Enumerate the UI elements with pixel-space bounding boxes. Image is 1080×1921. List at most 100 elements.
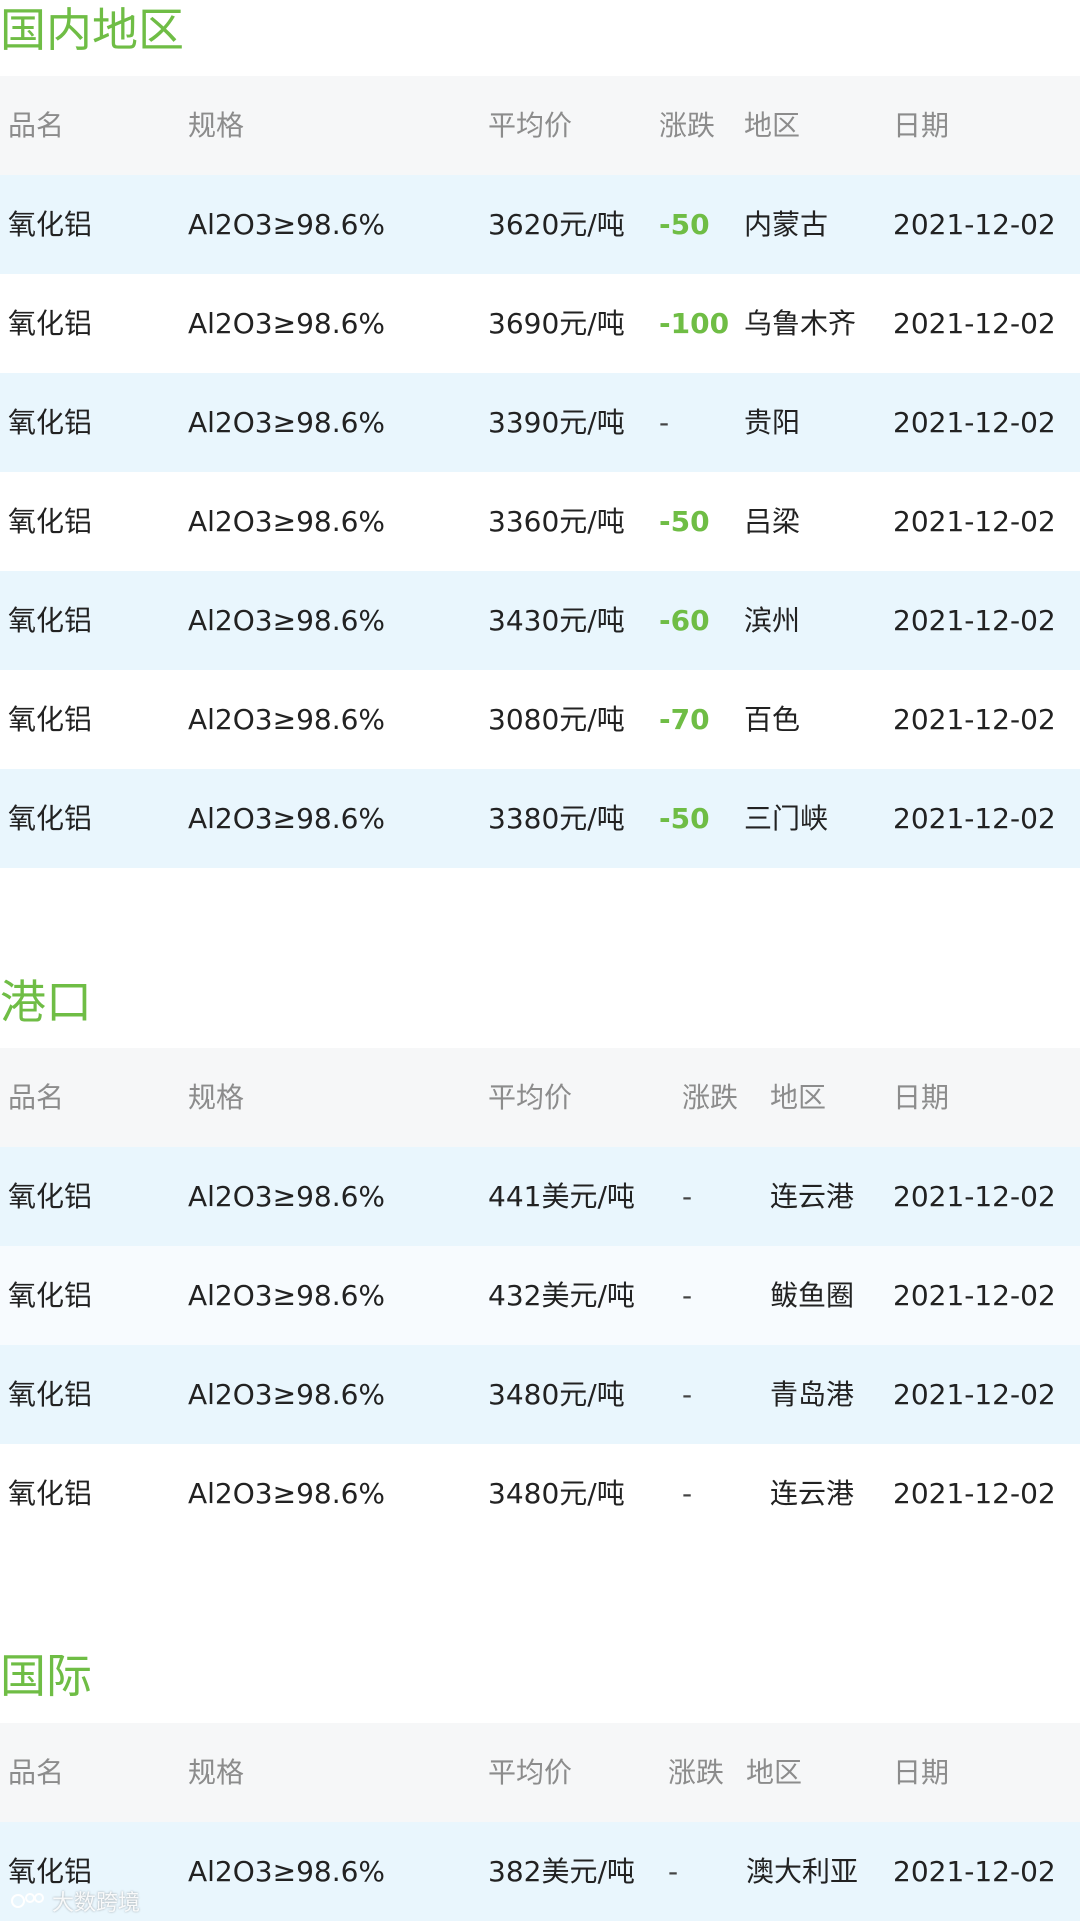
cell-change: - bbox=[682, 1279, 693, 1312]
cell-region: 鲅鱼圈 bbox=[770, 1279, 855, 1312]
cell-spec: Al2O3≥98.6% bbox=[188, 1477, 386, 1510]
cell-price: 3620元/吨 bbox=[488, 208, 625, 241]
watermark-text: 大数跨境 bbox=[52, 1891, 141, 1916]
cell-date: 2021-12-02 bbox=[893, 802, 1056, 835]
cell-change: - bbox=[682, 1477, 693, 1510]
cell-spec: Al2O3≥98.6% bbox=[188, 1378, 386, 1411]
table-row[interactable]: 氧化铝 Al2O3≥98.6% 3480元/吨 - 连云港 2021-12-02 bbox=[0, 1444, 1080, 1543]
price-table-port: 品名 规格 平均价 涨跌 地区 日期 氧化铝 Al2O3≥98.6% 441美元… bbox=[0, 1048, 1080, 1543]
cell-date: 2021-12-02 bbox=[893, 1180, 1056, 1213]
cell-spec: Al2O3≥98.6% bbox=[188, 703, 386, 736]
cell-region: 乌鲁木齐 bbox=[744, 307, 857, 340]
header-change: 涨跌 bbox=[682, 1081, 739, 1114]
header-change: 涨跌 bbox=[659, 109, 716, 142]
cell-spec: Al2O3≥98.6% bbox=[188, 802, 386, 835]
cell-change: - bbox=[659, 406, 670, 439]
cell-region: 内蒙古 bbox=[744, 208, 829, 241]
cell-price: 3480元/吨 bbox=[488, 1378, 625, 1411]
cell-price: 432美元/吨 bbox=[488, 1279, 635, 1312]
cell-name: 氧化铝 bbox=[8, 208, 93, 241]
cell-name: 氧化铝 bbox=[8, 406, 93, 439]
table-header: 品名 规格 平均价 涨跌 地区 日期 bbox=[0, 76, 1080, 175]
cell-name: 氧化铝 bbox=[8, 604, 93, 637]
cell-price: 382美元/吨 bbox=[488, 1855, 635, 1888]
cell-date: 2021-12-02 bbox=[893, 604, 1056, 637]
header-price: 平均价 bbox=[488, 109, 573, 142]
cell-spec: Al2O3≥98.6% bbox=[188, 604, 386, 637]
cell-change: -100 bbox=[659, 307, 730, 340]
cell-change: - bbox=[682, 1180, 693, 1213]
cell-region: 吕梁 bbox=[744, 505, 801, 538]
cell-date: 2021-12-02 bbox=[893, 505, 1056, 538]
table-row[interactable]: 氧化铝 Al2O3≥98.6% 3080元/吨 -70 百色 2021-12-0… bbox=[0, 670, 1080, 769]
watermark: 大数跨境 bbox=[10, 1886, 140, 1916]
header-date: 日期 bbox=[893, 1081, 950, 1114]
cell-price: 3430元/吨 bbox=[488, 604, 625, 637]
header-date: 日期 bbox=[893, 109, 950, 142]
header-region: 地区 bbox=[746, 1756, 803, 1789]
cell-name: 氧化铝 bbox=[8, 307, 93, 340]
table-row[interactable]: 氧化铝 Al2O3≥98.6% 3620元/吨 -50 内蒙古 2021-12-… bbox=[0, 175, 1080, 274]
cell-price: 3080元/吨 bbox=[488, 703, 625, 736]
cell-price: 3690元/吨 bbox=[488, 307, 625, 340]
header-change: 涨跌 bbox=[668, 1756, 725, 1789]
table-row[interactable]: 氧化铝 Al2O3≥98.6% 3690元/吨 -100 乌鲁木齐 2021-1… bbox=[0, 274, 1080, 373]
header-name: 品名 bbox=[8, 1081, 65, 1114]
section-title-domestic: 国内地区 bbox=[0, 3, 184, 57]
table-row[interactable]: 氧化铝 Al2O3≥98.6% 3360元/吨 -50 吕梁 2021-12-0… bbox=[0, 472, 1080, 571]
cell-region: 连云港 bbox=[770, 1180, 855, 1213]
cell-date: 2021-12-02 bbox=[893, 307, 1056, 340]
cell-name: 氧化铝 bbox=[8, 1180, 93, 1213]
header-date: 日期 bbox=[893, 1756, 950, 1789]
header-name: 品名 bbox=[8, 109, 65, 142]
watermark-logo-icon bbox=[10, 1889, 46, 1913]
cell-change: -50 bbox=[659, 802, 710, 835]
cell-change: - bbox=[682, 1378, 693, 1411]
header-spec: 规格 bbox=[188, 109, 245, 142]
cell-date: 2021-12-02 bbox=[893, 1378, 1056, 1411]
cell-change: - bbox=[668, 1855, 679, 1888]
cell-date: 2021-12-02 bbox=[893, 1855, 1056, 1888]
cell-name: 氧化铝 bbox=[8, 1477, 93, 1510]
header-spec: 规格 bbox=[188, 1081, 245, 1114]
table-header: 品名 规格 平均价 涨跌 地区 日期 bbox=[0, 1048, 1080, 1147]
cell-spec: Al2O3≥98.6% bbox=[188, 1180, 386, 1213]
cell-change: -50 bbox=[659, 208, 710, 241]
cell-spec: Al2O3≥98.6% bbox=[188, 505, 386, 538]
cell-date: 2021-12-02 bbox=[893, 208, 1056, 241]
cell-change: -50 bbox=[659, 505, 710, 538]
cell-change: -70 bbox=[659, 703, 710, 736]
table-row[interactable]: 氧化铝 Al2O3≥98.6% 432美元/吨 - 鲅鱼圈 2021-12-02 bbox=[0, 1246, 1080, 1345]
cell-spec: Al2O3≥98.6% bbox=[188, 406, 386, 439]
cell-spec: Al2O3≥98.6% bbox=[188, 1855, 386, 1888]
header-price: 平均价 bbox=[488, 1081, 573, 1114]
cell-price: 3360元/吨 bbox=[488, 505, 625, 538]
price-table-domestic: 品名 规格 平均价 涨跌 地区 日期 氧化铝 Al2O3≥98.6% 3620元… bbox=[0, 76, 1080, 868]
table-row[interactable]: 氧化铝 Al2O3≥98.6% 3380元/吨 -50 三门峡 2021-12-… bbox=[0, 769, 1080, 868]
cell-date: 2021-12-02 bbox=[893, 703, 1056, 736]
cell-name: 氧化铝 bbox=[8, 703, 93, 736]
header-price: 平均价 bbox=[488, 1756, 573, 1789]
cell-name: 氧化铝 bbox=[8, 505, 93, 538]
cell-region: 青岛港 bbox=[770, 1378, 855, 1411]
price-table-international: 品名 规格 平均价 涨跌 地区 日期 氧化铝 Al2O3≥98.6% 382美元… bbox=[0, 1723, 1080, 1921]
header-region: 地区 bbox=[744, 109, 801, 142]
cell-spec: Al2O3≥98.6% bbox=[188, 1279, 386, 1312]
section-title-port: 港口 bbox=[0, 975, 92, 1029]
cell-region: 三门峡 bbox=[744, 802, 829, 835]
cell-name: 氧化铝 bbox=[8, 1279, 93, 1312]
table-row[interactable]: 氧化铝 Al2O3≥98.6% 3390元/吨 - 贵阳 2021-12-02 bbox=[0, 373, 1080, 472]
table-row[interactable]: 氧化铝 Al2O3≥98.6% 441美元/吨 - 连云港 2021-12-02 bbox=[0, 1147, 1080, 1246]
header-region: 地区 bbox=[770, 1081, 827, 1114]
table-row[interactable]: 氧化铝 Al2O3≥98.6% 3430元/吨 -60 滨州 2021-12-0… bbox=[0, 571, 1080, 670]
table-header: 品名 规格 平均价 涨跌 地区 日期 bbox=[0, 1723, 1080, 1822]
cell-region: 滨州 bbox=[744, 604, 801, 637]
cell-region: 百色 bbox=[744, 703, 801, 736]
cell-name: 氧化铝 bbox=[8, 802, 93, 835]
table-row[interactable]: 氧化铝 Al2O3≥98.6% 382美元/吨 - 澳大利亚 2021-12-0… bbox=[0, 1822, 1080, 1921]
header-name: 品名 bbox=[8, 1756, 65, 1789]
cell-region: 连云港 bbox=[770, 1477, 855, 1510]
cell-price: 3390元/吨 bbox=[488, 406, 625, 439]
cell-spec: Al2O3≥98.6% bbox=[188, 208, 386, 241]
table-row[interactable]: 氧化铝 Al2O3≥98.6% 3480元/吨 - 青岛港 2021-12-02 bbox=[0, 1345, 1080, 1444]
